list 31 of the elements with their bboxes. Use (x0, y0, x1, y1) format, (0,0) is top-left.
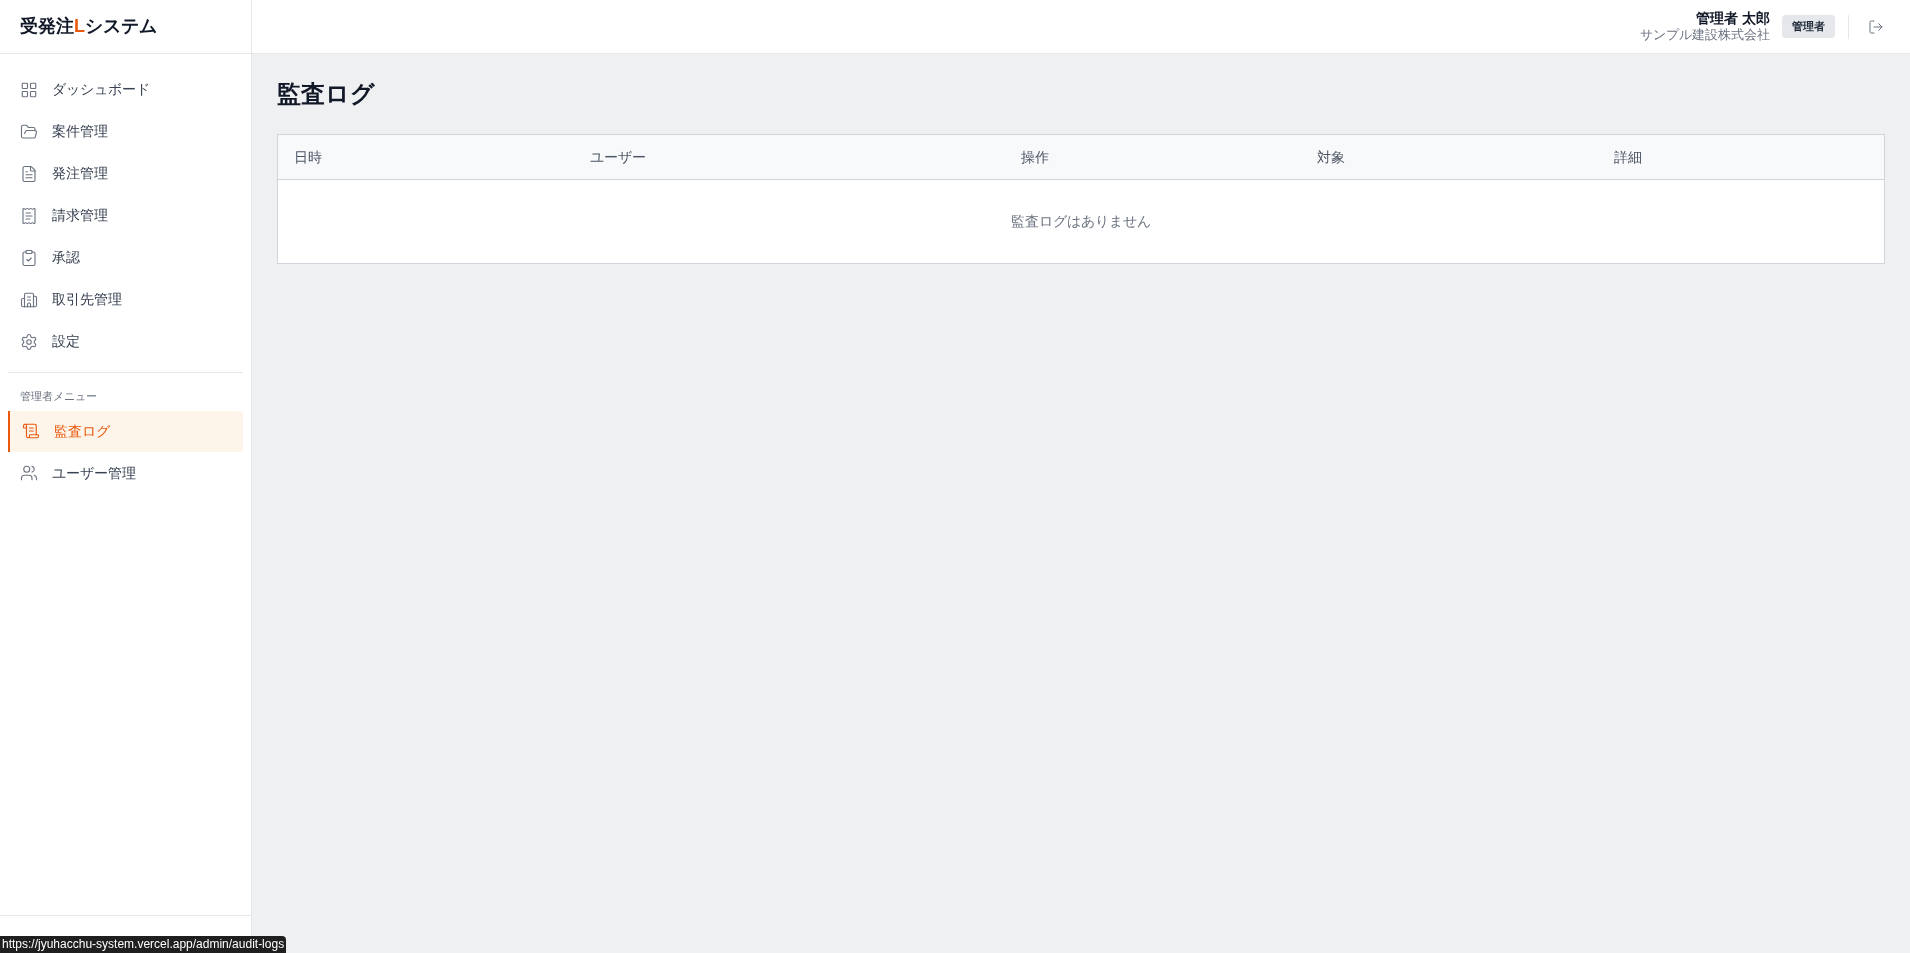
column-header: 操作 (1021, 149, 1049, 165)
sidebar-item[interactable]: 発注管理 (8, 153, 243, 194)
role-badge: 管理者 (1782, 15, 1835, 38)
logout-icon (1868, 18, 1884, 35)
column-header: 詳細 (1614, 149, 1642, 165)
sidebar-item[interactable]: ユーザー管理 (8, 452, 243, 494)
sidebar-item[interactable]: ダッシュボード (8, 69, 243, 110)
status-url-tooltip: https://jyuhacchu-system.vercel.app/admin/audit-logs (0, 936, 287, 953)
user-name: 管理者 太郎 (1696, 9, 1770, 28)
settings-icon (20, 332, 38, 351)
building-icon (20, 290, 38, 309)
folder-icon (20, 122, 38, 141)
document-icon (20, 164, 38, 183)
empty-message: 監査ログはありません (1011, 212, 1151, 231)
scroll-icon (22, 422, 40, 440)
sidebar-item[interactable]: 承認 (8, 237, 243, 278)
clipboard-check-icon (20, 248, 38, 267)
column-header: 対象 (1317, 149, 1345, 165)
grid-icon (20, 80, 38, 99)
sidebar-item[interactable]: 取引先管理 (8, 279, 243, 320)
sidebar-item[interactable]: 請求管理 (8, 195, 243, 236)
sidebar-item[interactable]: 案件管理 (8, 111, 243, 152)
sidebar-item[interactable]: 設定 (8, 321, 243, 362)
column-header: ユーザー (590, 149, 646, 165)
company-name: サンプル建設株式会社 (1640, 27, 1770, 44)
column-header: 日時 (294, 149, 322, 165)
app-logo: 受発注Lシステム (20, 15, 157, 38)
section-label: 管理者メニュー (19, 389, 98, 404)
page-title: 監査ログ (277, 79, 376, 109)
receipt-icon (20, 206, 38, 225)
users-icon (20, 464, 38, 482)
